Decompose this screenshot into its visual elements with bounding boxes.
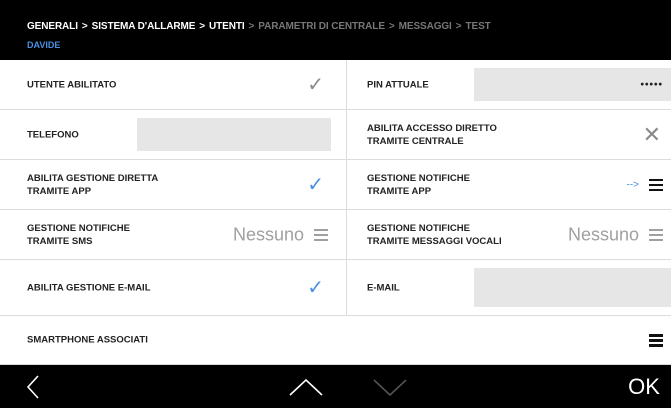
pin-field[interactable]: ••••• — [474, 68, 671, 101]
row-notifiche-sms[interactable]: GESTIONE NOTIFICHE TRAMITE SMS Nessuno — [0, 210, 347, 260]
breadcrumb-separator: > — [455, 21, 462, 32]
breadcrumb-parametri-centrale[interactable]: PARAMETRI DI CENTRALE — [258, 21, 385, 32]
chevron-left-icon — [26, 374, 39, 399]
row-gestione-diretta[interactable]: ABILITA GESTIONE DIRETTA TRAMITE APP ✓ — [0, 160, 347, 210]
notifiche-app-label: GESTIONE NOTIFICHE TRAMITE APP — [367, 172, 470, 197]
telefono-label: TELEFONO — [27, 129, 79, 140]
breadcrumb-sistema-allarme[interactable]: SISTEMA D'ALLARME — [92, 21, 196, 32]
check-icon[interactable]: ✓ — [307, 278, 324, 298]
menu-icon[interactable] — [649, 334, 663, 347]
breadcrumb-separator: > — [248, 21, 255, 32]
pin-attuale-label: PIN ATTUALE — [367, 79, 429, 90]
row-email: E-MAIL — [347, 260, 671, 316]
back-button[interactable] — [18, 365, 48, 408]
notifiche-sms-label: GESTIONE NOTIFICHE TRAMITE SMS — [27, 222, 130, 247]
smartphone-label: SMARTPHONE ASSOCIATI — [27, 334, 148, 346]
menu-icon[interactable] — [314, 228, 328, 241]
row-gestione-email[interactable]: ABILITA GESTIONE E-MAIL ✓ — [0, 260, 347, 316]
notifiche-sms-value: Nessuno — [232, 224, 304, 244]
menu-icon[interactable] — [649, 178, 663, 191]
header-bar: GENERALI > SISTEMA D'ALLARME > UTENTI > PARAME… — [0, 0, 671, 60]
row-notifiche-app[interactable]: GESTIONE NOTIFICHE TRAMITE APP --> — [347, 160, 671, 210]
row-utente-abilitato[interactable]: UTENTE ABILITATO ✓ — [0, 60, 347, 110]
menu-icon[interactable] — [649, 228, 663, 241]
scroll-up-button[interactable] — [284, 365, 328, 408]
breadcrumb-utenti[interactable]: UTENTI — [209, 21, 245, 32]
breadcrumb-generali[interactable]: GENERALI — [27, 21, 78, 32]
gestione-diretta-label: ABILITA GESTIONE DIRETTA TRAMITE APP — [27, 172, 159, 197]
row-smartphone-associati[interactable]: SMARTPHONE ASSOCIATI — [0, 316, 671, 365]
chevron-down-icon — [373, 378, 407, 396]
pin-value: ••••• — [640, 79, 663, 90]
gestione-email-label: ABILITA GESTIONE E-MAIL — [27, 282, 151, 293]
check-icon[interactable]: ✓ — [307, 75, 324, 95]
breadcrumb-messaggi[interactable]: MESSAGGI — [399, 21, 452, 32]
row-accesso-diretto[interactable]: ABILITA ACCESSO DIRETTO TRAMITE CENTRALE… — [347, 110, 671, 160]
utente-abilitato-label: UTENTE ABILITATO — [27, 79, 117, 90]
notifiche-vocali-label: GESTIONE NOTIFICHE TRAMITE MESSAGGI VOCA… — [367, 222, 502, 247]
telefono-field[interactable] — [137, 118, 331, 151]
email-label: E-MAIL — [367, 282, 400, 293]
breadcrumb-separator: > — [199, 21, 206, 32]
breadcrumb-test[interactable]: TEST — [466, 21, 491, 32]
accesso-diretto-label: ABILITA ACCESSO DIRETTO TRAMITE CENTRALE — [367, 122, 497, 147]
arrow-indicator: --> — [626, 179, 640, 190]
chevron-up-icon — [289, 378, 323, 396]
footer-bar: OK — [0, 365, 671, 408]
row-telefono: TELEFONO — [0, 110, 347, 160]
scroll-down-button[interactable] — [368, 365, 412, 408]
breadcrumb-separator: > — [81, 21, 88, 32]
user-name-subtitle: DAVIDE — [27, 40, 61, 50]
ok-button[interactable]: OK — [622, 365, 666, 408]
check-icon[interactable]: ✓ — [307, 175, 324, 195]
close-icon[interactable]: ✕ — [643, 123, 661, 146]
row-notifiche-vocali[interactable]: GESTIONE NOTIFICHE TRAMITE MESSAGGI VOCA… — [347, 210, 671, 260]
breadcrumb-separator: > — [388, 21, 395, 32]
notifiche-vocali-value: Nessuno — [567, 224, 639, 244]
email-field[interactable] — [474, 268, 671, 307]
row-pin-attuale: PIN ATTUALE ••••• — [347, 60, 671, 110]
breadcrumb: GENERALI > SISTEMA D'ALLARME > UTENTI > PARAME… — [27, 21, 491, 32]
